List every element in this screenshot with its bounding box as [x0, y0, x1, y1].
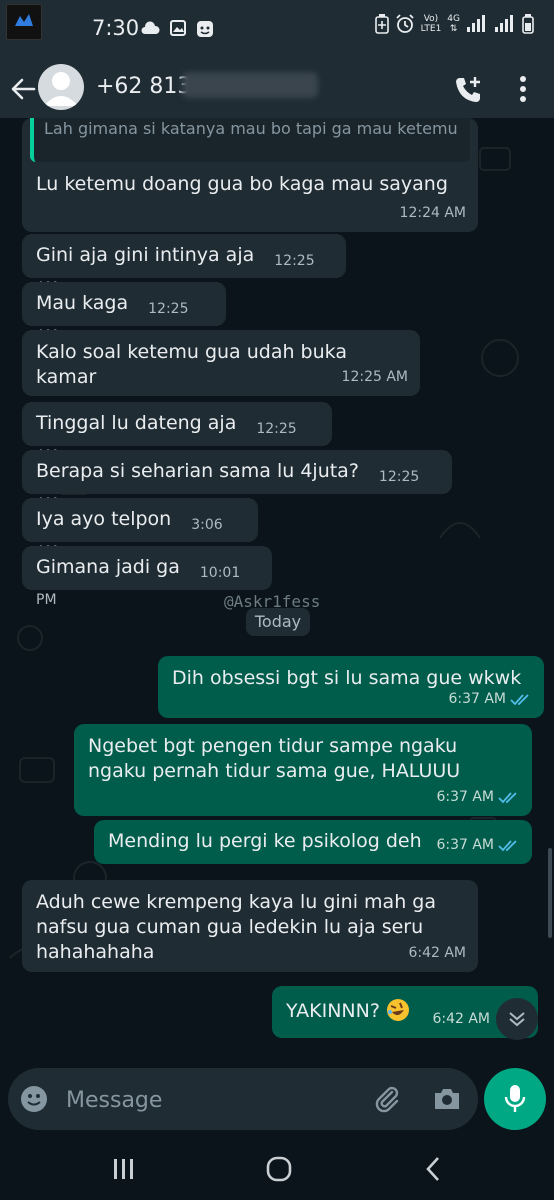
message-bubble-incoming[interactable]: Kalo soal ketemu gua udah buka kamar 12:… [22, 330, 420, 396]
attach-icon[interactable] [372, 1084, 402, 1114]
notification-icon [197, 21, 213, 37]
avatar[interactable] [38, 64, 84, 110]
scroll-to-bottom-button[interactable] [496, 998, 538, 1040]
message-bubble-outgoing[interactable]: Mending lu pergi ke psikolog deh 6:37 AM [94, 820, 532, 864]
status-time: 7:30 [92, 16, 140, 40]
message-time: 6:37 AM [436, 789, 494, 805]
network-type: 4G ⇅ [447, 14, 460, 34]
scrollbar[interactable] [548, 848, 552, 938]
read-ticks-icon [498, 839, 517, 851]
message-time: 12:25 AM [341, 369, 408, 385]
message-composer [8, 1068, 478, 1130]
add-call-icon[interactable] [452, 74, 484, 106]
message-text: Mau kaga [36, 292, 129, 314]
message-bubble-incoming[interactable]: Berapa si seharian sama lu 4juta?12:25 A… [22, 450, 452, 512]
message-time: 6:37 AM [448, 691, 506, 707]
message-input[interactable] [64, 1080, 368, 1120]
message-bubble-incoming[interactable]: Gini aja gini intinya aja12:25 AM [22, 234, 346, 296]
message-text: Gimana jadi ga [36, 556, 180, 578]
home-icon[interactable] [266, 1156, 292, 1182]
alarm-icon [395, 14, 414, 33]
back-icon[interactable] [424, 1156, 442, 1182]
network-label: Vo) LTE1 [420, 14, 442, 34]
signal-icon [467, 15, 485, 32]
emoji-icon[interactable] [20, 1085, 48, 1113]
message-bubble-incoming[interactable]: Mau kaga12:25 AM [22, 282, 226, 344]
day-separator: Today [246, 608, 310, 636]
message-text: YAKINNN? [286, 1000, 380, 1022]
message-text: Mending lu pergi ke psikolog deh [108, 830, 422, 852]
message-text: Gini aja gini intinya aja [36, 244, 255, 266]
mic-button[interactable] [484, 1068, 546, 1130]
quoted-text: Lah gimana si katanya mau bo tapi ga mau… [44, 119, 458, 138]
message-time: 6:42 AM [432, 1011, 490, 1027]
rolling-laughing-emoji [386, 999, 409, 1021]
message-text: Ngebet bgt pengen tidur sampe ngaku ngak… [88, 735, 461, 782]
recent-apps-icon[interactable] [112, 1158, 136, 1180]
system-nav-bar [0, 1138, 554, 1200]
message-bubble-outgoing[interactable]: Ngebet bgt pengen tidur sampe ngaku ngak… [74, 724, 532, 816]
read-ticks-icon [498, 791, 517, 803]
mic-icon [504, 1085, 526, 1112]
message-text: Iya ayo telpon [36, 508, 172, 530]
message-text: Dih obsessi bgt si lu sama gue wkwk [172, 667, 522, 689]
message-bubble-incoming[interactable]: Tinggal lu dateng aja12:25 AM [22, 402, 332, 464]
message-bubble-incoming[interactable]: Lah gimana si katanya mau bo tapi ga mau… [22, 118, 478, 232]
battery-saver-icon [374, 14, 389, 34]
message-text: Tinggal lu dateng aja [36, 412, 237, 434]
message-time: 12:24 AM [399, 205, 466, 221]
message-bubble-incoming[interactable]: Aduh cewe krempeng kaya lu gini mah ga n… [22, 880, 478, 972]
redacted-number [182, 72, 318, 98]
chat-area[interactable]: Lah gimana si katanya mau bo tapi ga mau… [0, 118, 554, 1060]
chevron-double-down-icon [509, 1012, 525, 1027]
message-text: Berapa si seharian sama lu 4juta? [36, 460, 359, 482]
quoted-reply[interactable]: Lah gimana si katanya mau bo tapi ga mau… [30, 118, 470, 162]
message-bubble-incoming[interactable]: Gimana jadi ga 10:01 PM [22, 546, 272, 608]
chat-header: +62 813- [0, 62, 554, 118]
status-bar: 7:30 Vo) LTE1 4G ⇅ [0, 0, 554, 62]
read-ticks-icon [510, 693, 529, 705]
message-time: 6:42 AM [408, 945, 466, 961]
back-arrow-icon[interactable] [10, 76, 36, 102]
message-bubble-incoming[interactable]: Iya ayo telpon3:06 AM [22, 498, 258, 560]
image-icon [170, 20, 186, 36]
message-bubble-outgoing[interactable]: Dih obsessi bgt si lu sama gue wkwk 6:37… [158, 656, 544, 718]
camera-icon[interactable] [432, 1085, 462, 1113]
signal-icon [495, 15, 513, 32]
battery-icon [522, 14, 534, 34]
app-icon [6, 4, 42, 40]
message-time: 6:37 AM [436, 837, 494, 853]
more-vert-icon[interactable] [516, 74, 530, 104]
cloud-icon [141, 21, 160, 34]
